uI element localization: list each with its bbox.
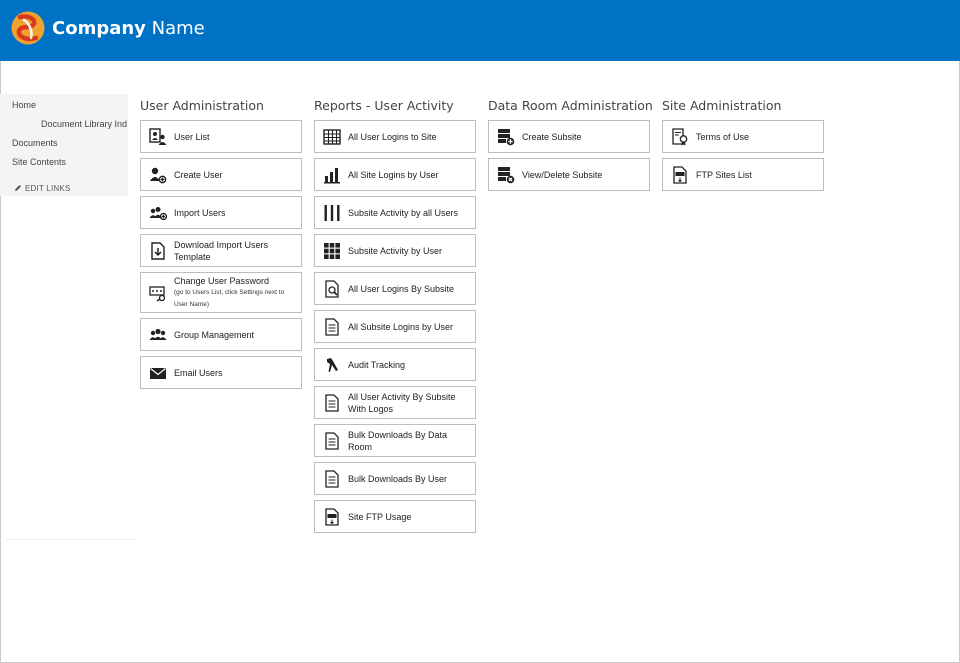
- company-name[interactable]: Company Name: [52, 18, 205, 39]
- audit-tracking-label: Audit Tracking: [348, 359, 406, 370]
- subsite-logins-by-user-button[interactable]: All Subsite Logins by User: [314, 310, 476, 343]
- data-room-section: Data Room Administration Create Subsite …: [488, 98, 653, 191]
- change-password-note: (go to Users List, click Settings next t…: [174, 288, 285, 308]
- view-delete-subsite-button[interactable]: View/Delete Subsite: [488, 158, 650, 191]
- view-delete-subsite-label: View/Delete Subsite: [522, 169, 603, 180]
- ftp-usage-button[interactable]: Site FTP Usage: [314, 500, 476, 533]
- create-subsite-label: Create Subsite: [522, 131, 582, 142]
- create-user-button[interactable]: Create User: [140, 158, 302, 191]
- document-search-icon: [325, 280, 339, 298]
- user-list-button[interactable]: User List: [140, 120, 302, 153]
- reports-section: Reports - User Activity All User Logins …: [314, 98, 476, 533]
- bulk-by-data-room-button[interactable]: Bulk Downloads By Data Room: [314, 424, 476, 457]
- data-room-heading: Data Room Administration: [488, 98, 653, 113]
- create-user-label: Create User: [174, 169, 223, 180]
- pencil-icon: [15, 185, 21, 191]
- bulk-by-user-button[interactable]: Bulk Downloads By User: [314, 462, 476, 495]
- user-list-icon: [149, 128, 167, 145]
- nav-divider: [6, 539, 136, 540]
- group-icon: [149, 328, 167, 340]
- change-password-title: Change User Password: [174, 275, 270, 286]
- server-delete-icon: [498, 167, 515, 184]
- user-administration-section: User Administration User List Create Use…: [140, 98, 302, 389]
- reports-heading: Reports - User Activity: [314, 98, 454, 113]
- nav-home[interactable]: Home: [12, 100, 36, 110]
- terms-of-use-button[interactable]: Terms of Use: [662, 120, 824, 153]
- nav-document-library[interactable]: Document Library Ind: [41, 119, 127, 129]
- group-management-button[interactable]: Group Management: [140, 318, 302, 351]
- password-icon: [149, 286, 166, 302]
- table-grid-icon: [323, 129, 341, 145]
- import-users-button[interactable]: Import Users: [140, 196, 302, 229]
- download-template-button[interactable]: Download Import Users Template: [140, 234, 302, 267]
- ftp-file-icon: [673, 166, 687, 184]
- activity-with-logos-button[interactable]: All User Activity By Subsite With Logos: [314, 386, 476, 419]
- site-administration-heading: Site Administration: [662, 98, 782, 113]
- subsite-activity-all-label: Subsite Activity by all Users: [348, 207, 459, 218]
- bulk-by-user-label: Bulk Downloads By User: [348, 473, 448, 484]
- nav-documents[interactable]: Documents: [12, 138, 58, 148]
- suite-header: Company Name: [0, 0, 960, 61]
- all-user-logins-button[interactable]: All User Logins to Site: [314, 120, 476, 153]
- server-add-icon: [498, 129, 515, 146]
- bar-chart-icon: [324, 168, 340, 184]
- activity-with-logos-label: All User Activity By Subsite With Logos: [348, 391, 456, 414]
- subsite-logins-by-user-label: All Subsite Logins by User: [348, 321, 454, 332]
- import-users-label: Import Users: [174, 207, 226, 218]
- user-administration-heading: User Administration: [140, 98, 264, 113]
- download-template-label: Download Import Users Template: [174, 239, 269, 262]
- document-icon: [325, 432, 339, 450]
- bird-icon: [327, 358, 338, 372]
- certificate-icon: [672, 128, 688, 146]
- email-users-button[interactable]: Email Users: [140, 356, 302, 389]
- import-users-icon: [149, 207, 167, 221]
- nav-site-contents[interactable]: Site Contents: [12, 157, 66, 167]
- tiles-grid-icon: [324, 243, 340, 259]
- ftp-usage-label: Site FTP Usage: [348, 511, 412, 522]
- quick-launch: Home Document Library Ind Documents Site…: [0, 94, 128, 196]
- group-management-label: Group Management: [174, 329, 255, 340]
- all-user-logins-label: All User Logins to Site: [348, 131, 437, 142]
- site-logins-by-user-label: All Site Logins by User: [348, 169, 439, 180]
- ftp-file-icon: [325, 508, 339, 526]
- subsite-activity-user-label: Subsite Activity by User: [348, 245, 443, 256]
- company-logo-icon[interactable]: [11, 11, 45, 45]
- logins-by-subsite-label: All User Logins By Subsite: [348, 283, 455, 294]
- audit-tracking-button[interactable]: Audit Tracking: [314, 348, 476, 381]
- envelope-icon: [150, 368, 166, 379]
- document-icon: [325, 394, 339, 412]
- terms-of-use-label: Terms of Use: [696, 131, 750, 142]
- ftp-sites-list-button[interactable]: FTP Sites List: [662, 158, 824, 191]
- subsite-activity-all-button[interactable]: Subsite Activity by all Users: [314, 196, 476, 229]
- document-icon: [325, 318, 339, 336]
- create-subsite-button[interactable]: Create Subsite: [488, 120, 650, 153]
- user-list-label: User List: [174, 131, 210, 142]
- edit-links-button[interactable]: EDIT LINKS: [14, 184, 70, 193]
- email-users-label: Email Users: [174, 367, 223, 378]
- change-password-button[interactable]: Change User Password (go to Users List, c…: [140, 272, 302, 313]
- bulk-by-data-room-label: Bulk Downloads By Data Room: [348, 429, 448, 452]
- document-icon: [325, 470, 339, 488]
- ftp-sites-list-label: FTP Sites List: [696, 169, 752, 180]
- add-user-icon: [150, 167, 167, 184]
- download-file-icon: [151, 242, 165, 260]
- change-password-label: Change User Password (go to Users List, c…: [174, 273, 297, 312]
- logins-by-subsite-button[interactable]: All User Logins By Subsite: [314, 272, 476, 305]
- columns-icon: [324, 205, 340, 221]
- subsite-activity-user-button[interactable]: Subsite Activity by User: [314, 234, 476, 267]
- site-administration-section: Site Administration Terms of Use FTP Sit…: [662, 98, 824, 191]
- site-logins-by-user-button[interactable]: All Site Logins by User: [314, 158, 476, 191]
